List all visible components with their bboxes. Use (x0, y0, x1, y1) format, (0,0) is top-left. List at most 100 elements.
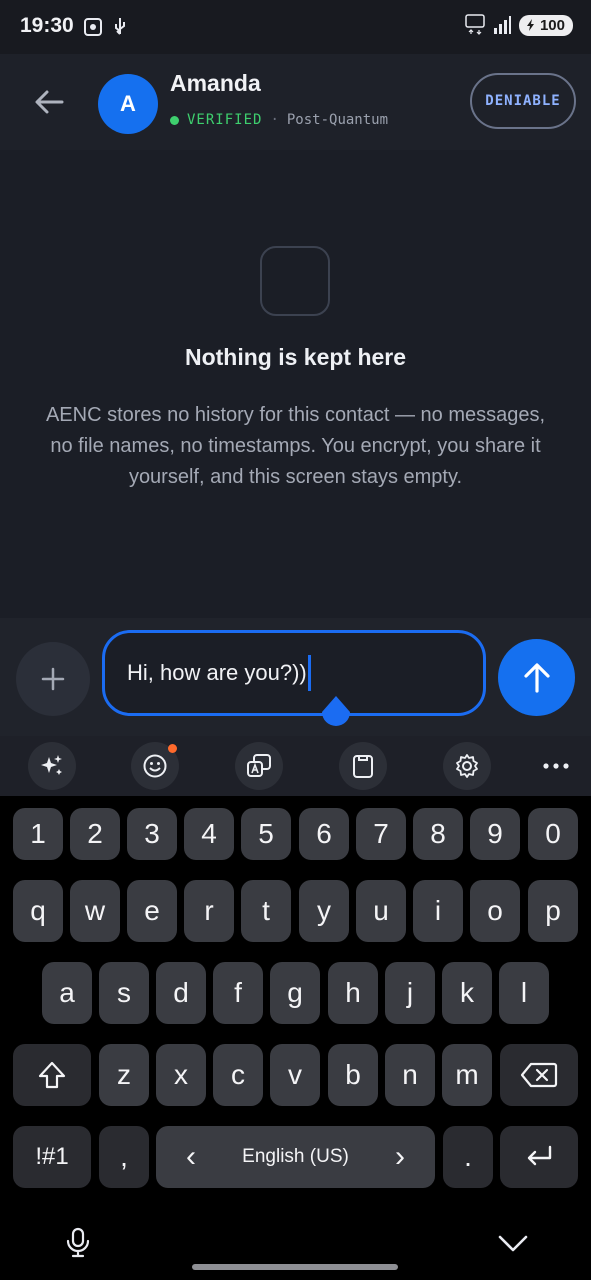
chevron-down-icon[interactable] (496, 1228, 530, 1258)
arrow-left-icon (35, 90, 64, 114)
deniable-button[interactable]: DENIABLE (470, 73, 576, 129)
charging-icon (526, 19, 534, 31)
translate-icon (247, 754, 271, 777)
key-5[interactable]: 5 (241, 808, 291, 860)
shift-icon (38, 1061, 66, 1089)
more-options-button[interactable] (532, 742, 580, 790)
empty-state-title: Nothing is kept here (184, 344, 407, 370)
key-z[interactable]: z (99, 1044, 149, 1106)
message-input[interactable]: Hi, how are you?)) (102, 630, 486, 716)
network-5g-icon (465, 14, 485, 35)
clipboard-button[interactable] (339, 742, 387, 790)
meta-separator: · (270, 112, 279, 128)
text-caret (307, 655, 311, 691)
key-8[interactable]: 8 (413, 808, 463, 860)
security-label: Post-Quantum (286, 112, 389, 128)
key-b[interactable]: b (328, 1044, 378, 1106)
backspace-key[interactable] (500, 1044, 578, 1106)
backspace-icon (520, 1062, 558, 1088)
battery-indicator: 100 (518, 14, 573, 36)
space-key[interactable]: ‹ English (US) › (156, 1126, 435, 1188)
key-1[interactable]: 1 (13, 808, 63, 860)
screen-record-icon (84, 18, 102, 36)
key-m[interactable]: m (442, 1044, 492, 1106)
verified-dot-icon (170, 115, 179, 125)
key-6[interactable]: 6 (299, 808, 349, 860)
key-j[interactable]: j (385, 962, 435, 1024)
add-attachment-button[interactable] (16, 642, 90, 716)
key-2[interactable]: 2 (70, 808, 120, 860)
key-9[interactable]: 9 (470, 808, 520, 860)
key-w[interactable]: w (70, 880, 120, 942)
key-g[interactable]: g (270, 962, 320, 1024)
key-t[interactable]: t (241, 880, 291, 942)
message-text: Hi, how are you?)) (127, 660, 307, 685)
key-e[interactable]: e (127, 880, 177, 942)
status-right: 100 (465, 14, 573, 36)
key-3[interactable]: 3 (127, 808, 177, 860)
key-o[interactable]: o (470, 880, 520, 942)
key-i[interactable]: i (413, 880, 463, 942)
key-v[interactable]: v (270, 1044, 320, 1106)
key-7[interactable]: 7 (356, 808, 406, 860)
verified-label: VERIFIED (187, 112, 263, 128)
sparkle-icon (41, 755, 62, 775)
key-f[interactable]: f (213, 962, 263, 1024)
send-button[interactable] (498, 639, 575, 716)
symbols-key[interactable]: !#1 (13, 1126, 91, 1188)
status-icons (82, 16, 128, 38)
space-left-arrow: ‹ (186, 1140, 196, 1173)
space-language-label: English (US) (242, 1146, 349, 1167)
key-y[interactable]: y (299, 880, 349, 942)
signal-icon (493, 16, 511, 34)
key-n[interactable]: n (385, 1044, 435, 1106)
key-q[interactable]: q (13, 880, 63, 942)
key-u[interactable]: u (356, 880, 406, 942)
avatar[interactable]: A (98, 74, 158, 134)
smiley-icon (143, 754, 167, 778)
translate-button[interactable] (235, 742, 283, 790)
key-k[interactable]: k (442, 962, 492, 1024)
keyboard: 1 2 3 4 5 6 7 8 9 0 q w e r t y u i o p … (0, 796, 591, 1280)
enter-key[interactable] (500, 1126, 578, 1188)
key-x[interactable]: x (156, 1044, 206, 1106)
clipboard-icon (353, 755, 373, 778)
chat-header: A Amanda VERIFIED · Post-Quantum DENIABL… (0, 54, 591, 150)
arrow-up-icon (523, 662, 550, 693)
key-p[interactable]: p (528, 880, 578, 942)
message-composer: Hi, how are you?)) (0, 618, 591, 736)
space-right-arrow: › (395, 1140, 405, 1173)
key-h[interactable]: h (328, 962, 378, 1024)
empty-state-description: AENC stores no history for this contact … (45, 404, 546, 488)
key-d[interactable]: d (156, 962, 206, 1024)
notification-dot (168, 744, 177, 753)
emoji-button[interactable] (131, 742, 179, 790)
contact-name: Amanda (170, 70, 261, 96)
keyboard-toolbar (0, 736, 591, 796)
key-c[interactable]: c (213, 1044, 263, 1106)
microphone-icon[interactable] (62, 1226, 94, 1258)
key-r[interactable]: r (184, 880, 234, 942)
key-4[interactable]: 4 (184, 808, 234, 860)
key-a[interactable]: a (42, 962, 92, 1024)
plus-icon (41, 667, 65, 691)
gear-icon (456, 754, 478, 778)
contact-status: VERIFIED · Post-Quantum (170, 112, 388, 128)
status-time: 19:30 (20, 14, 74, 37)
ai-sparkle-button[interactable] (28, 742, 76, 790)
usb-icon (115, 18, 125, 35)
key-0[interactable]: 0 (528, 808, 578, 860)
more-horizontal-icon (543, 763, 569, 769)
battery-level: 100 (539, 16, 565, 34)
enter-icon (527, 1145, 552, 1166)
shift-key[interactable] (13, 1044, 91, 1106)
caret-handle-icon[interactable] (320, 696, 352, 732)
keyboard-settings-button[interactable] (443, 742, 491, 790)
comma-key[interactable]: , (99, 1126, 149, 1188)
key-s[interactable]: s (99, 962, 149, 1024)
period-key[interactable]: . (443, 1126, 493, 1188)
home-indicator[interactable] (192, 1264, 398, 1270)
key-l[interactable]: l (499, 962, 549, 1024)
empty-state-icon (260, 246, 330, 316)
back-button[interactable] (24, 82, 74, 122)
